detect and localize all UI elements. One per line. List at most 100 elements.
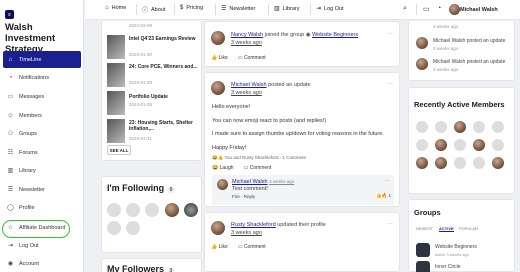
avatar[interactable] (217, 179, 228, 190)
more-options-icon[interactable]: ··· (387, 81, 393, 87)
sidebar-item-timeline[interactable]: ⌂ TimeLine (3, 51, 81, 68)
see-all-button[interactable]: SEE ALL (107, 145, 131, 155)
blog-title[interactable]: 24: Core PCE, Winners and... (129, 64, 201, 70)
blog-item[interactable]: 24: Core PCE, Winners and... 2024-01-28 (107, 63, 201, 93)
bell-icon[interactable]: ◔ (437, 5, 441, 12)
timestamp[interactable]: 3 weeks ago (231, 40, 262, 46)
more-options-icon[interactable]: ··· (384, 178, 390, 184)
avatar[interactable] (454, 121, 466, 133)
user-name[interactable]: Michael Walsh (460, 7, 498, 13)
avatar[interactable] (454, 139, 466, 151)
topnav-home[interactable]: ⌂ Home (105, 5, 126, 11)
group-link[interactable]: Website Beginners (312, 32, 358, 38)
sidebar-item-logout[interactable]: ⇥ Log Out (3, 237, 81, 254)
group-name[interactable]: Website Beginners (435, 244, 477, 250)
avatar[interactable] (211, 81, 225, 95)
avatar[interactable] (107, 203, 121, 217)
reply-button[interactable]: Reply (244, 194, 256, 199)
author-link[interactable]: Nancy Walsh (231, 32, 263, 38)
avatar[interactable] (454, 157, 466, 169)
sidebar-item-groups[interactable]: ⚇ Groups (3, 125, 81, 142)
author-link[interactable]: Michael Walsh (232, 179, 268, 185)
avatar[interactable] (473, 139, 485, 151)
avatar[interactable] (492, 139, 504, 151)
topnav-library[interactable]: ▥ Library (274, 5, 299, 13)
sidebar: ≡ Walsh Investment Strategy ⌂ TimeLine ◔ N… (0, 0, 84, 272)
more-options-icon[interactable]: ··· (387, 31, 393, 37)
timestamp[interactable]: 3 weeks ago (269, 179, 294, 184)
avatar[interactable] (492, 121, 504, 133)
avatar[interactable] (473, 121, 485, 133)
sidebar-item-library[interactable]: ▥ Library (3, 162, 81, 179)
author-link[interactable]: Michael Walsh (433, 59, 465, 65)
author-link[interactable]: Michael Walsh (433, 38, 465, 44)
topnav-label: Newsletter (229, 5, 256, 12)
sidebar-item-notifications[interactable]: ◔ Notifications (3, 69, 81, 86)
avatar[interactable] (492, 157, 504, 169)
avatar[interactable] (435, 139, 447, 151)
topnav-pricing[interactable]: $ Pricing (180, 5, 203, 11)
avatar[interactable] (211, 221, 225, 235)
tab-active[interactable]: ACTIVE (439, 226, 454, 232)
avatar[interactable] (473, 157, 485, 169)
comment-button[interactable]: ▭ Comment (244, 165, 272, 171)
avatar[interactable] (416, 157, 428, 169)
post-text: Hello everyone! (212, 104, 251, 110)
avatar[interactable] (416, 139, 428, 151)
sidebar-item-messages[interactable]: ▭ Messages (3, 88, 81, 105)
tab-newest[interactable]: NEWEST (416, 226, 433, 231)
blog-thumbnail[interactable] (107, 91, 125, 115)
blog-thumbnail[interactable] (107, 35, 125, 59)
author-link[interactable]: Michael Walsh (231, 82, 267, 88)
sidebar-item-forums[interactable]: ☷ Forums (3, 144, 81, 161)
blog-item[interactable]: Portfolio Update 2024-01-25 (107, 91, 201, 121)
tab-popular[interactable]: POPULAR (459, 226, 478, 231)
comment-button[interactable]: ▭ Comment (238, 244, 266, 250)
avatar[interactable] (211, 31, 225, 45)
avatar[interactable] (107, 221, 121, 235)
blog-thumbnail[interactable] (107, 119, 125, 143)
timestamp[interactable]: 3 weeks ago (231, 90, 262, 96)
laugh-button[interactable]: 😂 Laugh (212, 165, 234, 171)
avatar[interactable] (126, 203, 140, 217)
avatar[interactable] (126, 221, 140, 235)
sidebar-item-affiliate-dashboard[interactable]: ☆ Affiliate Dashboard (3, 219, 81, 236)
like-button[interactable]: 👍 Like (211, 55, 228, 61)
blog-thumbnail[interactable] (107, 63, 125, 87)
topnav-about[interactable]: ⓘ About (142, 5, 165, 15)
search-icon[interactable]: ⌕ (403, 5, 407, 13)
more-options-icon[interactable]: ··· (387, 221, 393, 227)
avatar[interactable] (416, 58, 428, 70)
sidebar-item-account[interactable]: ◉ Account (3, 255, 81, 272)
blog-title[interactable]: 23: Housing Starts, Shelter Inflation,..… (129, 120, 201, 132)
comment-reactions[interactable]: 👍🔥 1 (376, 193, 391, 199)
timestamp[interactable]: 3 weeks ago (231, 230, 262, 236)
group-avatar[interactable] (416, 243, 430, 257)
avatar[interactable] (184, 203, 198, 217)
blog-title[interactable]: Intel Q4'23 Earnings Review (129, 36, 201, 42)
topnav-logout[interactable]: ⇥ Log Out (316, 5, 344, 13)
group-avatar[interactable] (416, 261, 430, 272)
avatar[interactable] (435, 121, 447, 133)
avatar[interactable] (416, 121, 428, 133)
avatar[interactable] (435, 157, 447, 169)
message-icon[interactable]: ▭ (423, 5, 430, 13)
logo-icon[interactable]: ≡ (5, 10, 14, 19)
topnav-newsletter[interactable]: ☰ Newsletter (221, 5, 256, 13)
sidebar-item-profile[interactable]: ◯ Profile (3, 199, 81, 216)
avatar[interactable] (165, 203, 179, 217)
comment-count[interactable]: · 1 Comment (280, 155, 306, 160)
sidebar-item-members[interactable]: ☺ Members (3, 107, 81, 124)
reaction-summary[interactable]: 😂👍 You and Rusty Shackleford · 1 Comment (212, 155, 306, 161)
avatar[interactable] (416, 37, 428, 49)
avatar[interactable] (145, 203, 159, 217)
author-link[interactable]: Rusty Shackleford (231, 222, 276, 228)
group-name[interactable]: Inner Circle (435, 264, 461, 270)
like-button[interactable]: 👍 Like (211, 244, 228, 250)
avatar[interactable] (449, 4, 460, 15)
fire-button[interactable]: Fire (232, 194, 240, 199)
blog-item[interactable]: Intel Q4'23 Earnings Review 2024-01-30 (107, 35, 201, 65)
blog-title[interactable]: Portfolio Update (129, 94, 201, 100)
sidebar-item-newsletter[interactable]: ☰ Newsletter (3, 181, 81, 198)
comment-button[interactable]: ▭ Comment (238, 55, 266, 61)
